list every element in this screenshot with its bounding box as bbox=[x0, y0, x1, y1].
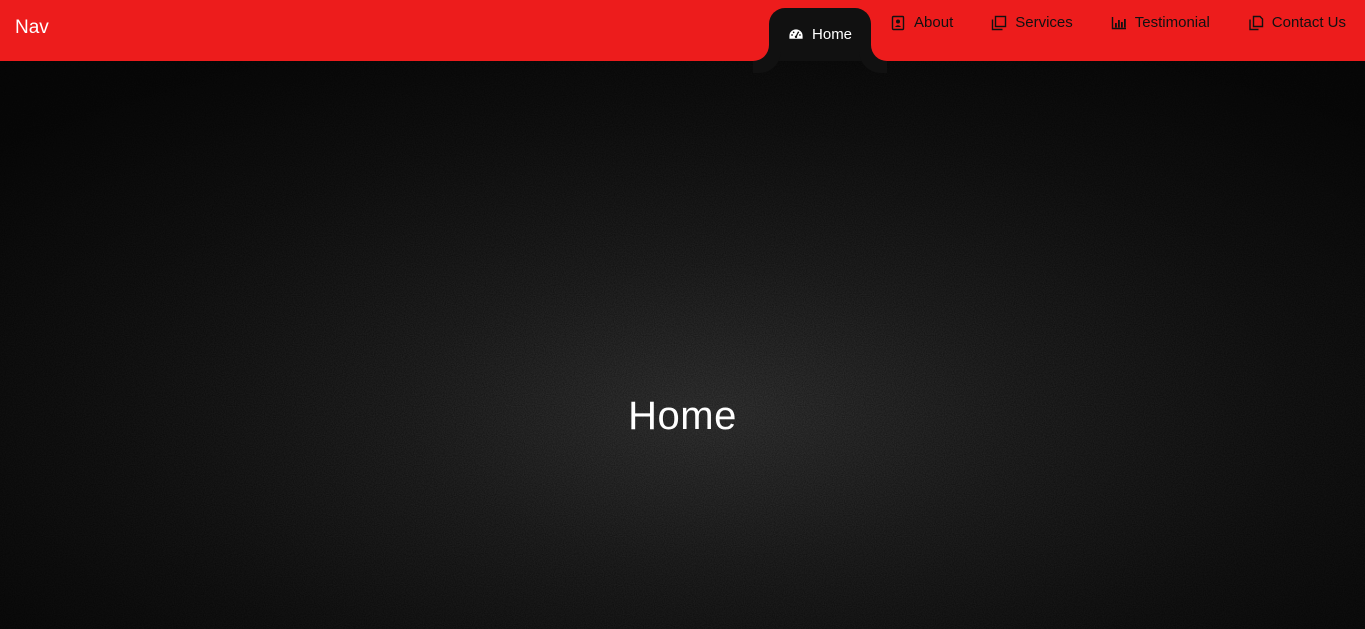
nav-item-testimonial[interactable]: Testimonial bbox=[1092, 0, 1229, 53]
nav-item-services[interactable]: Services bbox=[972, 0, 1092, 53]
nav-item-label: Home bbox=[812, 26, 853, 43]
bar-chart-icon bbox=[1111, 15, 1127, 31]
brand-logo[interactable]: Nav bbox=[15, 17, 49, 39]
hero-section: Home bbox=[0, 61, 1365, 629]
nav-item-label: Services bbox=[1015, 14, 1073, 31]
nav-item-about[interactable]: About bbox=[871, 0, 972, 53]
nav-item-contact-us[interactable]: Contact Us bbox=[1229, 0, 1365, 53]
dashboard-icon bbox=[788, 27, 804, 43]
nav-menu: Home About Services Testimonial Contact … bbox=[769, 8, 1365, 61]
nav-item-label: Contact Us bbox=[1271, 14, 1346, 31]
clone-icon bbox=[991, 15, 1007, 31]
nav-item-label: Testimonial bbox=[1134, 14, 1210, 31]
leather-texture-background bbox=[0, 61, 1365, 629]
nav-item-label: About bbox=[914, 14, 954, 31]
nav-item-home[interactable]: Home bbox=[769, 8, 872, 61]
copy-document-icon bbox=[1248, 15, 1264, 31]
hero-title: Home bbox=[628, 394, 737, 438]
navbar: Nav Home About Services Testimonial Cont… bbox=[0, 0, 1365, 61]
contact-card-icon bbox=[890, 15, 906, 31]
